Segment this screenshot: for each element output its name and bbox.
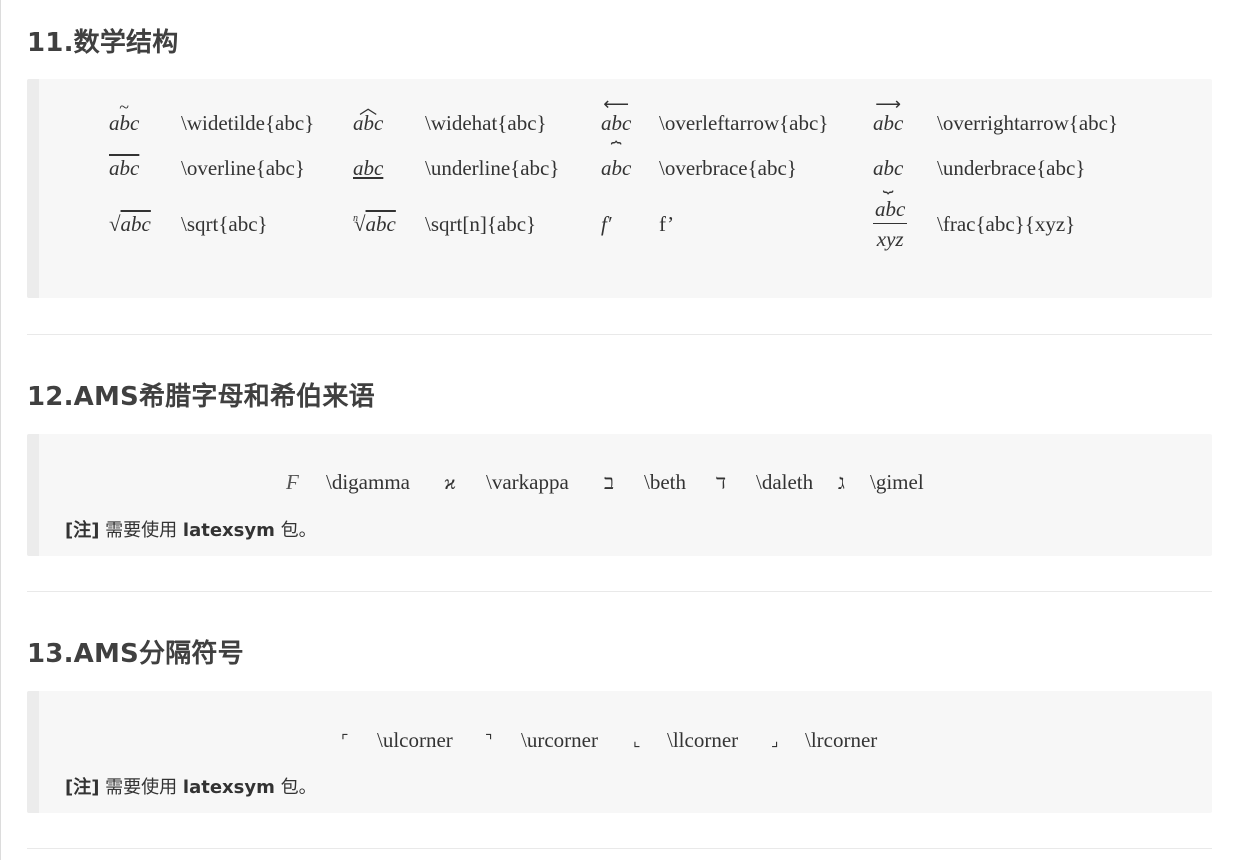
overbrace-command: \overbrace{abc} (659, 155, 797, 180)
beth-command: \beth (644, 470, 686, 494)
section-divider (27, 334, 1212, 335)
digamma-command: \digamma (326, 470, 410, 494)
urcorner-command: \urcorner (521, 728, 598, 752)
overbrace-symbol: ⏞ abc (601, 140, 632, 180)
llcorner-command: \llcorner (667, 728, 739, 752)
section-11-title: 11.数学结构 (27, 28, 179, 58)
overrightarrow-command: \overrightarrow{abc} (937, 110, 1119, 135)
sqrt-command: \sqrt{abc} (181, 211, 268, 236)
varkappa-symbol: ϰ (444, 470, 456, 494)
latexsym-note: [注] 需要使用 latexsym 包。 (65, 520, 317, 541)
fraction-symbol: abc xyz (873, 198, 908, 251)
daleth-symbol: ד (716, 470, 727, 494)
nth-root-command: \sqrt[n]{abc} (425, 211, 537, 236)
overrightarrow-symbol: ⟶ abc (873, 93, 904, 135)
underline-symbol: abc (353, 155, 384, 180)
ulcorner-command: \ulcorner (377, 728, 453, 752)
varkappa-command: \varkappa (486, 470, 569, 494)
overline-symbol: abc (109, 155, 140, 180)
underline-command: \underline{abc} (425, 155, 560, 180)
sqrt-symbol: √abc (109, 211, 151, 236)
widetilde-symbol: ~ abc (109, 96, 140, 135)
fraction-denominator: xyz (876, 227, 904, 251)
math-structure-block: ~ abc \widetilde{abc} ︿ abc \widehat{abc} … (27, 79, 1212, 298)
ulcorner-symbol: ⌜ (341, 732, 349, 750)
llcorner-symbol: ⌞ (633, 732, 641, 750)
overleftarrow-symbol: ⟵ abc (601, 93, 632, 135)
math-structure-table: ~ abc \widetilde{abc} ︿ abc \widehat{abc} … (109, 93, 1119, 259)
lrcorner-symbol: ⌟ (771, 732, 779, 750)
section-13-title: 13.AMS分隔符号 (27, 639, 244, 669)
ams-greek-hebrew-block: Ϝ \digamma ϰ \varkappa ב \beth ד \daleth… (27, 434, 1212, 556)
lrcorner-command: \lrcorner (805, 728, 878, 752)
overleftarrow-command: \overleftarrow{abc} (659, 110, 829, 135)
ams-delimiter-row: ⌜ \ulcorner ⌝ \urcorner ⌞ \llcorner ⌟ \l… (341, 728, 905, 753)
underbrace-symbol: abc ⏟ (873, 155, 904, 193)
urcorner-symbol: ⌝ (485, 732, 493, 750)
widetilde-command: \widetilde{abc} (181, 110, 315, 135)
section-divider (27, 591, 1212, 592)
underbrace-command: \underbrace{abc} (937, 155, 1086, 180)
ams-greek-hebrew-row: Ϝ \digamma ϰ \varkappa ב \beth ד \daleth… (286, 470, 940, 495)
frac-command: \frac{abc}{xyz} (937, 211, 1076, 236)
widehat-command: \widehat{abc} (425, 110, 547, 135)
widehat-symbol: ︿ abc (353, 97, 384, 135)
prime-symbol: f′ (601, 211, 612, 236)
fraction-numerator: abc (873, 198, 908, 224)
gimel-symbol: ג (838, 470, 845, 494)
nth-root-symbol: n√abc (353, 211, 396, 236)
ams-delimiter-block: ⌜ \ulcorner ⌝ \urcorner ⌞ \llcorner ⌟ \l… (27, 691, 1212, 813)
daleth-command: \daleth (756, 470, 814, 494)
section-12-title: 12.AMS希腊字母和希伯来语 (27, 382, 375, 412)
latexsym-note: [注] 需要使用 latexsym 包。 (65, 777, 317, 798)
beth-symbol: ב (604, 470, 615, 494)
gimel-command: \gimel (870, 470, 924, 494)
section-divider (27, 848, 1212, 849)
prime-command: f’ (659, 211, 675, 236)
overline-command: \overline{abc} (181, 155, 305, 180)
digamma-symbol: Ϝ (286, 470, 299, 494)
